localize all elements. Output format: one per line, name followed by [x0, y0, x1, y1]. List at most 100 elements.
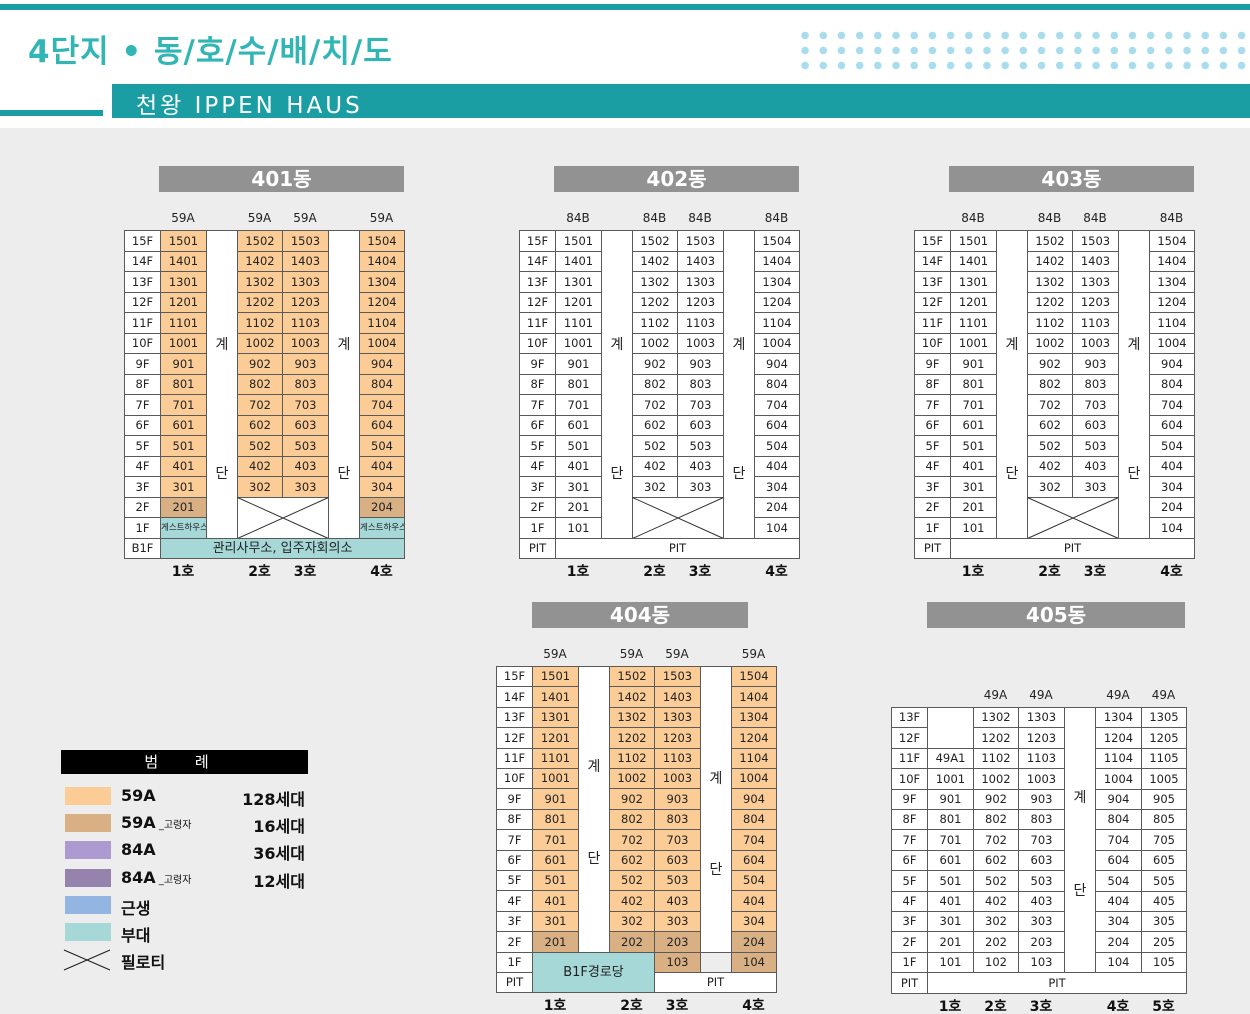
unit-cell: 901 [927, 789, 974, 810]
unit-cell: 804 [359, 374, 405, 395]
stair-label-char: 계 [732, 337, 746, 353]
stairwell-left: 계단 [601, 230, 633, 539]
unit-number-label: 2호 [248, 564, 271, 580]
floor-label: 14F [496, 686, 533, 708]
legend-count: 128세대 [242, 790, 305, 809]
unit-type-label: 84B [961, 211, 985, 225]
floor-label: 6F [124, 415, 161, 436]
unit-cell: 904 [1149, 353, 1195, 375]
unit-cell: 1302 [1027, 271, 1073, 293]
unit-cell: 403 [282, 456, 329, 477]
unit-cell: 302 [1027, 476, 1073, 498]
unit-cell: 1203 [1018, 727, 1065, 749]
floor-label: 7F [891, 829, 928, 851]
unit-cell: 1203 [654, 727, 701, 749]
unit-cell: 1503 [282, 230, 329, 252]
unit-cell: 1003 [654, 768, 701, 789]
unit-cell: 1101 [532, 748, 579, 769]
unit-cell: 1001 [555, 333, 602, 354]
legend-label-text: 필로티 [121, 953, 166, 972]
unit-cell: 902 [632, 353, 678, 375]
building-name: 401동 [159, 166, 404, 192]
unit-cell: 게스트하우스 [160, 517, 207, 539]
unit-cell: 1001 [950, 333, 997, 354]
unit-cell: 203 [1018, 931, 1065, 953]
stair-label-char: 단 [1005, 466, 1019, 482]
unit-cell: 1204 [754, 292, 800, 313]
unit-cell: 803 [677, 374, 724, 395]
stair-label-char: 단 [732, 466, 746, 482]
legend-label: 59A [121, 786, 156, 805]
floor-label: 2F [519, 497, 556, 518]
unit-cell: 304 [731, 911, 777, 932]
floor-label: PIT [891, 972, 928, 994]
unit-cell: 603 [677, 415, 724, 436]
floor-label: 13F [496, 707, 533, 728]
stair-label-char: 계 [1127, 337, 1141, 353]
floor-label: 9F [496, 788, 533, 810]
floor-label: 12F [496, 727, 533, 749]
floor-label: 5F [496, 870, 533, 891]
unit-cell: 302 [237, 476, 283, 498]
legend-label: 부대 [121, 922, 150, 946]
unit-cell: 1103 [1072, 312, 1119, 334]
unit-cell: 401 [927, 891, 974, 912]
unit-cell: 1004 [359, 333, 405, 354]
unit-cell: 1304 [1149, 271, 1195, 293]
unit-cell: 502 [237, 435, 283, 457]
floor-label: 15F [496, 666, 533, 687]
unit-cell: 602 [237, 415, 283, 436]
floor-label: 8F [496, 809, 533, 830]
unit-cell: 1203 [282, 292, 329, 313]
unit-cell: 302 [609, 911, 655, 932]
legend-swatch [65, 787, 111, 805]
unit-number-label: 3호 [665, 998, 689, 1014]
unit-cell: 604 [1095, 850, 1142, 871]
unit-cell: 1303 [654, 707, 701, 728]
floor-label: 3F [124, 476, 161, 498]
floor-label: 1F [496, 952, 533, 973]
unit-cell: 904 [1095, 789, 1142, 810]
unit-cell: 802 [237, 374, 283, 395]
floor-label: 13F [891, 707, 928, 728]
unit-cell: 1303 [282, 271, 329, 293]
floor-label: 12F [891, 727, 928, 749]
legend-label: 84A _고령자 [121, 868, 191, 887]
unit-cell: 1304 [731, 707, 777, 728]
unit-cell: 504 [359, 435, 405, 457]
unit-cell: 1504 [731, 666, 777, 687]
unit-cell: 205 [1141, 931, 1187, 953]
unit-cell: 602 [1027, 415, 1073, 436]
unit-cell: 902 [237, 353, 283, 375]
floor-label: 11F [496, 748, 533, 769]
stairwell: 계단 [1064, 707, 1096, 973]
unit-cell: 803 [282, 374, 329, 395]
unit-type-label: 49A [1106, 688, 1130, 702]
unit-cell: 301 [555, 476, 602, 498]
stairwell-right: 계단 [328, 230, 360, 539]
building-name: 403동 [949, 166, 1194, 192]
unit-cell: 704 [1095, 829, 1142, 851]
floor-label: 12F [124, 292, 161, 313]
unit-type-cell: 49A1 [927, 748, 974, 769]
unit-cell: 301 [927, 911, 974, 932]
unit-cell: 303 [282, 476, 329, 498]
bottom-floor-cell: 관리사무소, 입주자회의소 [160, 538, 405, 559]
unit-cell: 1202 [609, 727, 655, 749]
unit-cell: 1101 [555, 312, 602, 334]
unit-number-label: 4호 [742, 998, 765, 1014]
unit-cell: 1403 [677, 251, 724, 272]
unit-cell: 1003 [282, 333, 329, 354]
floor-label: 7F [124, 394, 161, 416]
unit-cell: 702 [237, 394, 283, 416]
floor-label: 10F [496, 768, 533, 789]
floor-label: 7F [496, 829, 533, 851]
unit-type-label: 84B [688, 211, 712, 225]
unit-cell: 1104 [1095, 748, 1142, 769]
floor-label: 14F [124, 251, 161, 272]
unit-cell: 805 [1141, 809, 1187, 830]
unit-cell: 1503 [1072, 230, 1119, 252]
unit-cell: 403 [1072, 456, 1119, 477]
unit-cell: 602 [973, 850, 1019, 871]
floor-label: 12F [914, 292, 951, 313]
